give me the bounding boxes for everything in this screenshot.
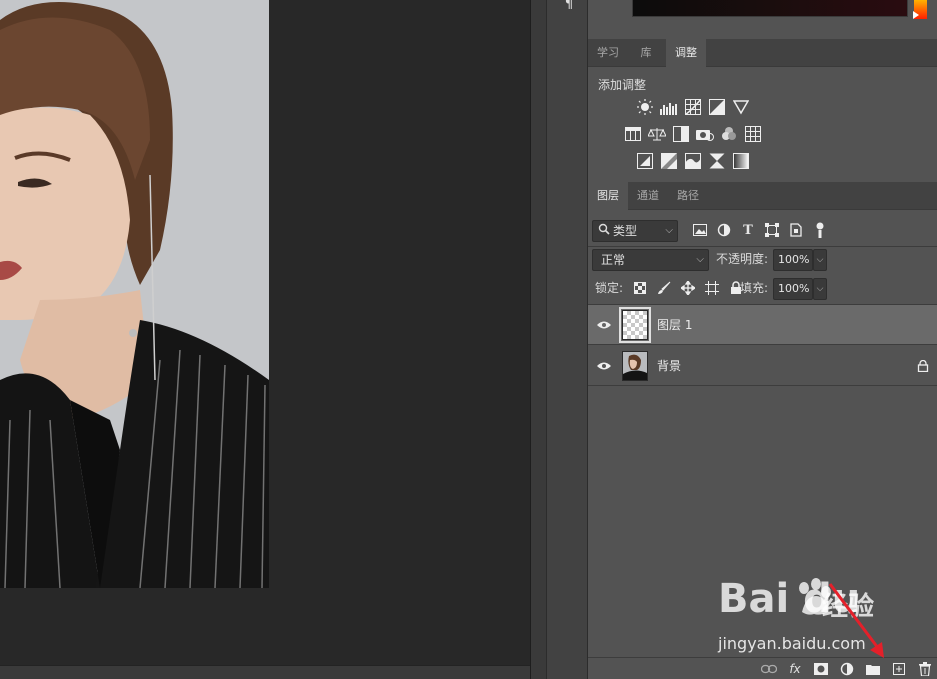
shape-layer-filter-icon[interactable] xyxy=(764,222,780,238)
tab-channels[interactable]: 通道 xyxy=(628,182,668,210)
filter-icons: T xyxy=(692,222,828,238)
fx-icon[interactable]: fx xyxy=(787,661,803,677)
blend-mode-select[interactable]: 正常 ⌵ xyxy=(592,249,709,271)
chevron-down-icon: ⌵ xyxy=(696,254,704,265)
chevron-down-icon: ⌵ xyxy=(665,225,673,236)
layer-name[interactable]: 背景 xyxy=(657,346,681,386)
lock-artboard-icon[interactable] xyxy=(704,280,720,296)
delete-trash-icon[interactable] xyxy=(917,661,933,677)
lock-position-move-icon[interactable] xyxy=(680,280,696,296)
lock-icon[interactable] xyxy=(917,360,929,372)
photoshop-window: ¶ 学习 库 调整 添加调整 图层 通道 路径 类型 ⌵ T 正常 ⌵ 不透明度… xyxy=(0,0,937,679)
document-canvas[interactable] xyxy=(0,0,530,665)
opacity-label: 不透明度: xyxy=(716,252,769,266)
adjustments-title: 添加调整 xyxy=(598,78,647,92)
color-field[interactable] xyxy=(632,0,908,17)
layer-filter-label: 类型 xyxy=(613,224,638,238)
search-icon xyxy=(598,223,610,235)
levels-icon[interactable] xyxy=(660,98,678,116)
posterize-icon[interactable] xyxy=(660,152,678,170)
channel-mixer-icon[interactable] xyxy=(720,125,738,143)
adjustments-tabbar: 学习 库 调整 xyxy=(588,39,937,67)
tab-learn[interactable]: 学习 xyxy=(588,39,628,67)
new-adjustment-layer-icon[interactable] xyxy=(839,661,855,677)
smart-object-filter-icon[interactable] xyxy=(788,222,804,238)
layer-thumbnail xyxy=(619,307,651,343)
canvas-horizontal-scrollbar[interactable] xyxy=(0,665,530,679)
link-layers-icon[interactable] xyxy=(761,661,777,677)
add-mask-icon[interactable] xyxy=(813,661,829,677)
canvas-vertical-scrollbar[interactable] xyxy=(530,0,546,679)
portrait-image xyxy=(0,0,269,588)
layer-row-background[interactable]: 背景 xyxy=(588,346,937,386)
layer-name[interactable]: 图层 1 xyxy=(657,305,692,345)
invert-icon[interactable] xyxy=(636,152,654,170)
fill-input[interactable]: 100% xyxy=(773,278,813,300)
type-layer-filter-icon[interactable]: T xyxy=(740,222,756,238)
fill-dropdown-button[interactable]: ⌵ xyxy=(813,278,827,300)
fill-label: 填充: xyxy=(740,281,769,295)
new-group-folder-icon[interactable] xyxy=(865,661,881,677)
lock-row: 锁定: 填充: 100% ⌵ xyxy=(588,276,937,304)
tab-layers[interactable]: 图层 xyxy=(588,182,628,210)
curves-icon[interactable] xyxy=(684,98,702,116)
bottom-icons: fx xyxy=(761,661,933,677)
layers-tabbar: 图层 通道 路径 xyxy=(588,182,937,210)
opacity-input[interactable]: 100% xyxy=(773,249,813,271)
black-white-icon[interactable] xyxy=(672,125,690,143)
threshold-icon[interactable] xyxy=(684,152,702,170)
adjustments-row-2 xyxy=(624,125,762,143)
blend-mode-value: 正常 xyxy=(601,253,626,267)
right-panel: 学习 库 调整 添加调整 图层 通道 路径 类型 ⌵ T 正常 ⌵ 不透明度: … xyxy=(588,0,937,679)
exposure-icon[interactable] xyxy=(708,98,726,116)
layer-filter-select[interactable]: 类型 ⌵ xyxy=(592,220,678,242)
color-lookup-icon[interactable] xyxy=(744,125,762,143)
adjustment-layer-filter-icon[interactable] xyxy=(716,222,732,238)
eye-icon[interactable] xyxy=(597,319,611,331)
pixel-layer-filter-icon[interactable] xyxy=(692,222,708,238)
adjustments-row-1 xyxy=(636,98,750,116)
color-balance-icon[interactable] xyxy=(648,125,666,143)
layer-thumbnail xyxy=(622,351,648,381)
lock-label: 锁定: xyxy=(595,281,624,295)
blend-row: 正常 ⌵ 不透明度: 100% ⌵ xyxy=(588,247,937,275)
hue-slider-handle-icon[interactable] xyxy=(913,11,919,19)
layers-bottom-bar: fx xyxy=(588,657,937,679)
photo-filter-icon[interactable] xyxy=(696,125,714,143)
filter-toggle-icon[interactable] xyxy=(812,222,828,238)
collapsed-panel-dock: ¶ xyxy=(546,0,588,679)
vibrance-icon[interactable] xyxy=(624,125,642,143)
eye-icon[interactable] xyxy=(597,360,611,372)
opacity-dropdown-button[interactable]: ⌵ xyxy=(813,249,827,271)
lock-icons xyxy=(632,280,744,296)
lock-transparent-pixels-icon[interactable] xyxy=(632,280,648,296)
triangle-icon[interactable] xyxy=(732,98,750,116)
lock-image-pixels-brush-icon[interactable] xyxy=(656,280,672,296)
tab-paths[interactable]: 路径 xyxy=(668,182,708,210)
gradient-map-icon[interactable] xyxy=(732,152,750,170)
tab-adjustments[interactable]: 调整 xyxy=(666,39,706,67)
tab-libraries[interactable]: 库 xyxy=(628,39,664,67)
new-layer-icon[interactable] xyxy=(891,661,907,677)
layer-row-layer1[interactable]: 图层 1 xyxy=(588,305,937,345)
adjustments-row-3 xyxy=(636,152,750,170)
selective-color-icon[interactable] xyxy=(708,152,726,170)
paragraph-icon[interactable]: ¶ xyxy=(561,0,577,12)
layer-filter-row: 类型 ⌵ T xyxy=(588,218,937,246)
brightness-contrast-icon[interactable] xyxy=(636,98,654,116)
